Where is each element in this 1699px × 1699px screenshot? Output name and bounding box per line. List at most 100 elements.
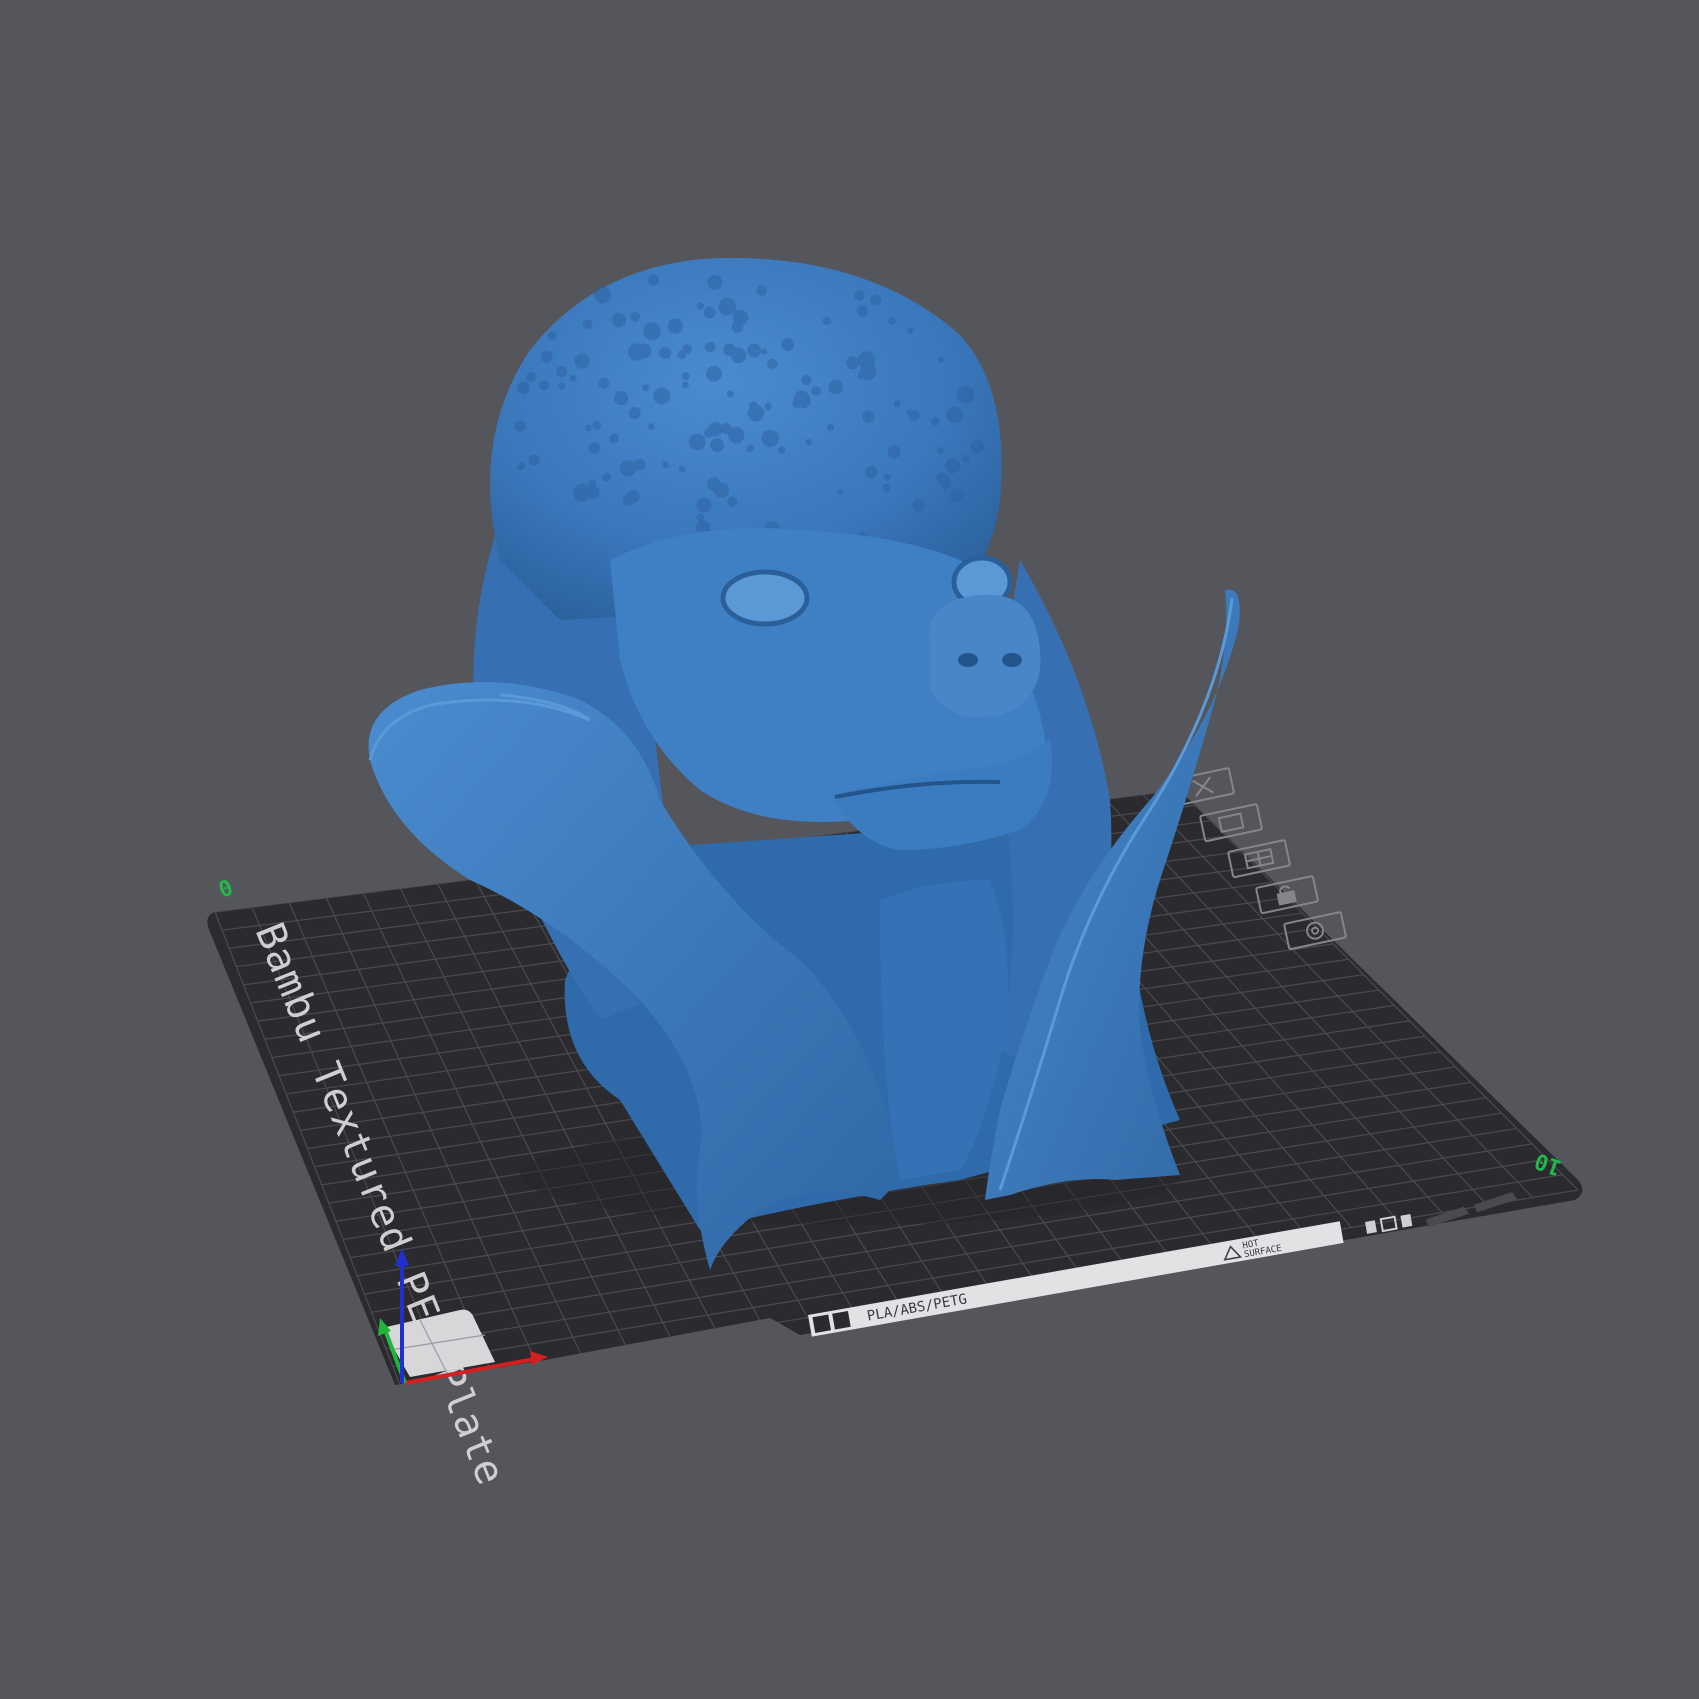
curl-texture-dot (643, 322, 661, 340)
curl-texture-dot (727, 426, 745, 444)
curl-texture-dot (696, 513, 705, 522)
curl-texture-dot (857, 372, 864, 380)
curl-texture-dot (781, 338, 795, 352)
curl-texture-dot (777, 446, 786, 454)
curl-texture-dot (681, 381, 689, 389)
curl-texture-dot (956, 386, 975, 404)
curl-texture-dot (727, 496, 738, 507)
curl-texture-dot (767, 358, 778, 369)
curl-texture-dot (801, 375, 812, 386)
curl-texture-dot (887, 445, 901, 459)
curl-texture-dot (582, 319, 593, 330)
curl-texture-dot (594, 286, 612, 304)
curl-texture-dot (677, 349, 687, 359)
curl-texture-dot (970, 439, 985, 454)
curl-texture-dot (746, 444, 755, 452)
3d-viewport[interactable]: Bambu Textured PEI Plate PLA/ABS/PETG HO… (0, 0, 1699, 1699)
curl-texture-dot (540, 351, 553, 363)
curl-texture-dot (962, 454, 970, 463)
curl-texture-dot (793, 390, 810, 407)
curl-texture-dot (764, 402, 772, 411)
curl-texture-dot (827, 423, 835, 431)
corner-marker-left: 0 (216, 876, 237, 904)
curl-texture-dot (588, 442, 601, 454)
curl-texture-dot (642, 384, 650, 392)
curl-texture-dot (648, 423, 655, 430)
curl-texture-dot (938, 356, 945, 363)
curl-texture-dot (883, 473, 891, 481)
curl-texture-dot (761, 429, 779, 448)
curl-texture-dot (846, 356, 860, 370)
curl-texture-dot (538, 380, 550, 391)
curl-texture-dot (907, 327, 914, 334)
curl-texture-dot (634, 459, 646, 471)
curl-texture-dot (678, 465, 686, 473)
curl-texture-dot (630, 311, 641, 322)
curl-texture-dot (730, 347, 747, 364)
curl-texture-dot (569, 374, 577, 382)
curl-texture-dot (706, 365, 722, 382)
curl-texture-dot (940, 477, 952, 490)
curl-texture-dot (667, 318, 683, 334)
curl-texture-dot (761, 348, 768, 355)
curl-texture-dot (609, 433, 619, 444)
curl-texture-dot (611, 312, 627, 328)
curl-texture-dot (696, 302, 705, 310)
curl-texture-dot (946, 406, 963, 424)
curl-texture-dot (912, 498, 926, 512)
curl-texture-dot (747, 406, 760, 420)
curl-texture-dot (659, 346, 672, 359)
model-eye-left (720, 569, 810, 627)
curl-texture-dot (574, 353, 590, 369)
curl-texture-dot (585, 424, 592, 432)
curl-texture-dot (731, 321, 744, 333)
curl-texture-dot (696, 497, 712, 513)
curl-texture-dot (662, 461, 669, 469)
curl-texture-dot (856, 305, 868, 317)
curl-texture-dot (514, 420, 526, 433)
curl-texture-dot (931, 416, 940, 426)
curl-texture-dot (588, 479, 597, 488)
curl-texture-dot (626, 489, 640, 504)
curl-texture-dot (865, 465, 878, 479)
curl-texture-dot (602, 472, 611, 482)
curl-texture-dot (592, 420, 602, 430)
curl-texture-dot (756, 285, 768, 296)
curl-texture-dot (555, 366, 568, 378)
curl-texture-dot (719, 297, 736, 315)
curl-texture-dot (547, 331, 557, 341)
curl-texture-dot (837, 489, 844, 496)
curl-texture-dot (647, 274, 660, 286)
curl-texture-dot (628, 407, 641, 419)
curl-texture-dot (558, 382, 566, 390)
curl-texture-dot (688, 433, 706, 451)
curl-texture-dot (681, 372, 690, 381)
curl-texture-dot (526, 372, 537, 383)
viewport-canvas[interactable]: Bambu Textured PEI Plate PLA/ABS/PETG HO… (0, 0, 1699, 1699)
curl-texture-dot (653, 387, 671, 405)
curl-texture-dot (811, 386, 822, 397)
curl-texture-dot (713, 482, 730, 498)
curl-texture-dot (710, 438, 724, 453)
curl-texture-dot (887, 317, 896, 325)
curl-texture-dot (528, 454, 540, 466)
curl-texture-dot (619, 460, 637, 477)
curl-texture-dot (862, 410, 875, 424)
curl-texture-dot (516, 381, 530, 395)
curl-texture-dot (704, 428, 714, 438)
curl-texture-dot (703, 306, 716, 319)
curl-texture-dot (573, 483, 591, 502)
model-snout (929, 594, 1041, 718)
curl-texture-dot (822, 316, 832, 326)
curl-texture-dot (906, 408, 914, 416)
curl-texture-dot (518, 462, 526, 470)
curl-texture-dot (747, 343, 762, 358)
curl-texture-dot (882, 483, 891, 493)
curl-texture-dot (726, 390, 734, 398)
curl-texture-dot (614, 391, 629, 406)
curl-texture-dot (870, 294, 882, 306)
curl-texture-dot (828, 379, 844, 395)
curl-texture-dot (627, 343, 646, 361)
curl-texture-dot (950, 488, 964, 502)
curl-texture-dot (893, 400, 901, 408)
